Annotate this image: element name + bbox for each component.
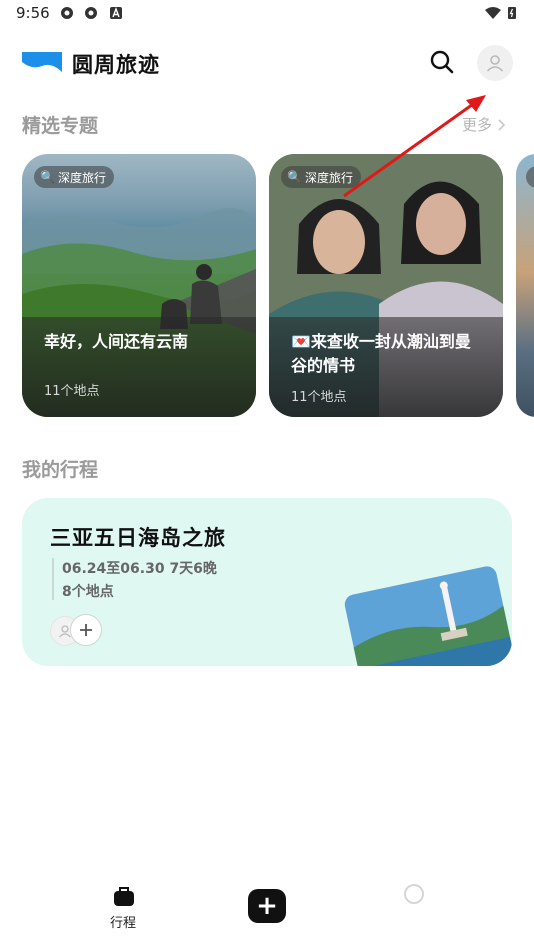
suitcase-icon: [114, 887, 134, 906]
featured-card-partial[interactable]: [516, 154, 534, 417]
wifi-icon: [485, 7, 501, 19]
card-title: 💌来查收一封从潮汕到曼 谷的情书: [291, 330, 471, 378]
trip-cover-photo: [344, 566, 512, 666]
tab-trips-label: 行程: [110, 916, 137, 931]
featured-section-title: 精选专题: [22, 115, 99, 137]
app-logo-icon: [22, 52, 62, 72]
plus-icon: [80, 624, 92, 636]
battery-icon: [508, 7, 516, 19]
featured-card-yunnan[interactable]: 🔍 深度旅行 幸好，人间还有云南 11个地点: [22, 154, 256, 417]
card-title: 幸好，人间还有云南: [44, 332, 189, 351]
app-notification-icon: [61, 7, 73, 19]
trip-dates: 06.24至06.30 7天6晚: [62, 561, 217, 577]
love-letter-icon: 💌: [291, 332, 311, 351]
card-place-count: 11个地点: [291, 390, 347, 405]
bottom-tab-bar: 行程 +: [0, 876, 534, 950]
tab-trips[interactable]: 行程: [104, 884, 144, 936]
card-tag: 🔍 深度旅行: [34, 166, 114, 188]
profile-avatar-button[interactable]: [477, 45, 513, 81]
trip-divider: [52, 558, 54, 600]
card-tag-label: 深度旅行: [57, 170, 106, 185]
search-icon: 🔍: [287, 170, 302, 184]
card-tag: [526, 166, 534, 188]
search-icon: 🔍: [40, 170, 55, 184]
trip-title: 三亚五日海岛之旅: [50, 526, 226, 550]
add-trip-button[interactable]: +: [248, 889, 286, 923]
font-notification-icon: [110, 7, 122, 19]
tab-explore[interactable]: [394, 882, 434, 934]
status-time: 9:56: [16, 4, 50, 22]
card-title-line2: 谷的情书: [291, 356, 356, 375]
status-bar: 9:56: [0, 0, 534, 28]
search-icon[interactable]: [428, 48, 456, 76]
app-title: 圆周旅迹: [72, 53, 160, 77]
card-place-count: 11个地点: [44, 384, 100, 399]
annotation-arrow: [343, 95, 486, 198]
trip-place-count: 8个地点: [62, 584, 114, 600]
trip-card[interactable]: 三亚五日海岛之旅 06.24至06.30 7天6晚 8个地点: [22, 498, 512, 666]
add-member-button[interactable]: [70, 614, 102, 646]
app-notification-icon: [85, 7, 97, 19]
user-icon: [486, 55, 504, 72]
card-title-line1: 来查收一封从潮汕到曼: [310, 332, 471, 351]
compass-icon: [404, 884, 424, 904]
my-trips-section-title: 我的行程: [22, 459, 99, 481]
